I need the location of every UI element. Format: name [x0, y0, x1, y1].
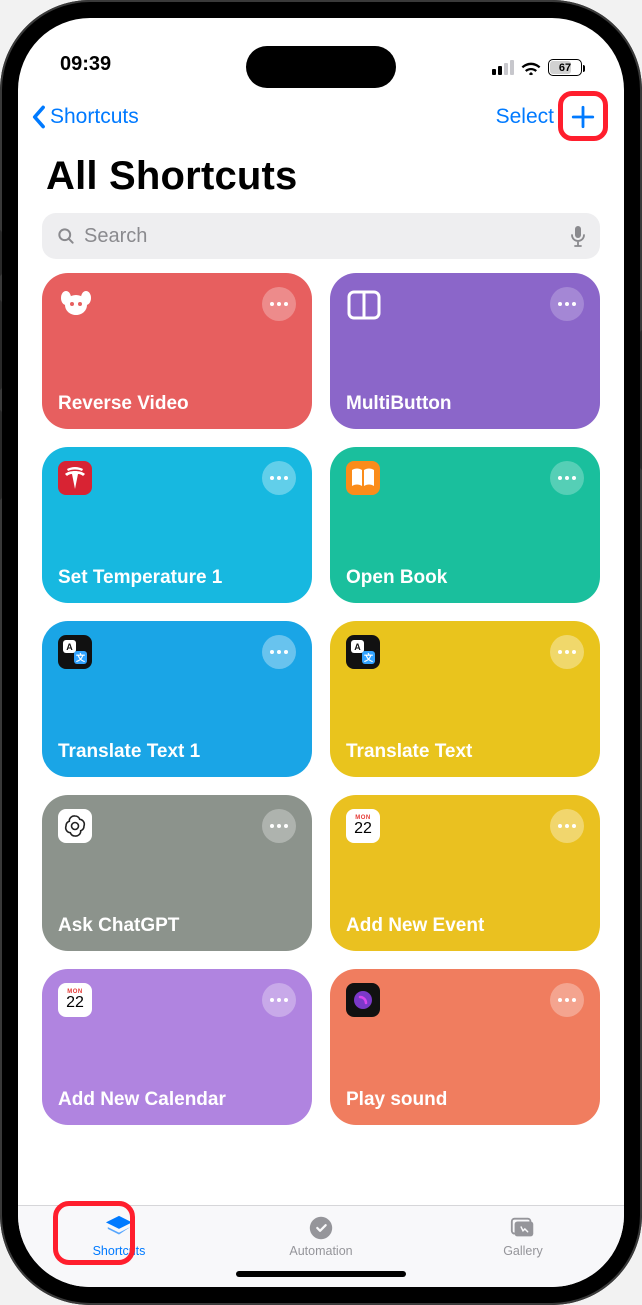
more-icon[interactable] — [550, 287, 584, 321]
shortcut-title: MultiButton — [346, 393, 584, 415]
dog-glyph-icon — [58, 287, 94, 323]
page-title: All Shortcuts — [18, 142, 624, 209]
back-label: Shortcuts — [50, 105, 139, 129]
shortcut-card[interactable]: Set Temperature 1 — [42, 447, 312, 603]
shortcut-card[interactable]: Ask ChatGPT — [42, 795, 312, 951]
calendar-app-icon: MON22 — [58, 983, 92, 1017]
shortcut-card[interactable]: Reverse Video — [42, 273, 312, 429]
shortcuts-tab-icon — [104, 1214, 134, 1242]
more-icon[interactable] — [262, 287, 296, 321]
shortcut-card[interactable]: Play sound — [330, 969, 600, 1125]
shortcut-title: Reverse Video — [58, 393, 296, 415]
calendar-app-icon: MON22 — [346, 809, 380, 843]
select-button[interactable]: Select — [496, 105, 554, 129]
more-icon[interactable] — [262, 983, 296, 1017]
back-button[interactable]: Shortcuts — [32, 105, 139, 129]
status-time: 09:39 — [60, 53, 111, 76]
more-icon[interactable] — [262, 635, 296, 669]
shortcut-title: Add New Calendar — [58, 1089, 296, 1111]
cellular-signal-icon — [492, 60, 514, 75]
svg-text:文: 文 — [75, 652, 86, 663]
translate-app-icon: A文 — [346, 635, 380, 669]
books-app-icon — [346, 461, 380, 495]
shortcut-title: Open Book — [346, 567, 584, 589]
wifi-icon — [521, 60, 541, 76]
shortcut-card[interactable]: Open Book — [330, 447, 600, 603]
shortcut-card[interactable]: MON22 Add New Event — [330, 795, 600, 951]
chevron-left-icon — [32, 105, 47, 129]
tab-gallery[interactable]: Gallery — [463, 1214, 583, 1258]
columns-glyph-icon — [346, 287, 382, 323]
plus-icon — [570, 104, 596, 130]
more-icon[interactable] — [550, 635, 584, 669]
sound-app-icon — [346, 983, 380, 1017]
dictate-icon[interactable] — [570, 225, 586, 247]
gallery-tab-icon — [508, 1214, 538, 1242]
shortcut-title: Ask ChatGPT — [58, 915, 296, 937]
shortcut-card[interactable]: MultiButton — [330, 273, 600, 429]
search-input[interactable]: Search — [42, 213, 600, 259]
add-shortcut-button[interactable] — [564, 98, 602, 136]
dynamic-island — [246, 46, 396, 88]
more-icon[interactable] — [262, 461, 296, 495]
tab-shortcuts[interactable]: Shortcuts — [59, 1214, 179, 1258]
shortcut-card[interactable]: MON22 Add New Calendar — [42, 969, 312, 1125]
shortcut-title: Play sound — [346, 1089, 584, 1111]
more-icon[interactable] — [262, 809, 296, 843]
shortcut-title: Set Temperature 1 — [58, 567, 296, 589]
svg-text:A: A — [66, 642, 73, 652]
shortcut-card[interactable]: A文 Translate Text 1 — [42, 621, 312, 777]
chatgpt-app-icon — [58, 809, 92, 843]
tab-automation[interactable]: Automation — [261, 1214, 381, 1258]
shortcut-card[interactable]: A文 Translate Text — [330, 621, 600, 777]
more-icon[interactable] — [550, 809, 584, 843]
tesla-app-icon — [58, 461, 92, 495]
shortcuts-grid: Reverse Video MultiButton Set Temperature … — [42, 273, 600, 1125]
search-placeholder: Search — [84, 225, 147, 248]
svg-text:A: A — [354, 642, 361, 652]
battery-icon: 67 — [548, 59, 582, 76]
translate-app-icon: A文 — [58, 635, 92, 669]
shortcut-title: Add New Event — [346, 915, 584, 937]
more-icon[interactable] — [550, 983, 584, 1017]
search-icon — [56, 226, 76, 246]
svg-text:文: 文 — [363, 652, 374, 663]
shortcut-title: Translate Text — [346, 741, 584, 763]
more-icon[interactable] — [550, 461, 584, 495]
shortcut-title: Translate Text 1 — [58, 741, 296, 763]
home-indicator[interactable] — [236, 1271, 406, 1277]
automation-tab-icon — [306, 1214, 336, 1242]
